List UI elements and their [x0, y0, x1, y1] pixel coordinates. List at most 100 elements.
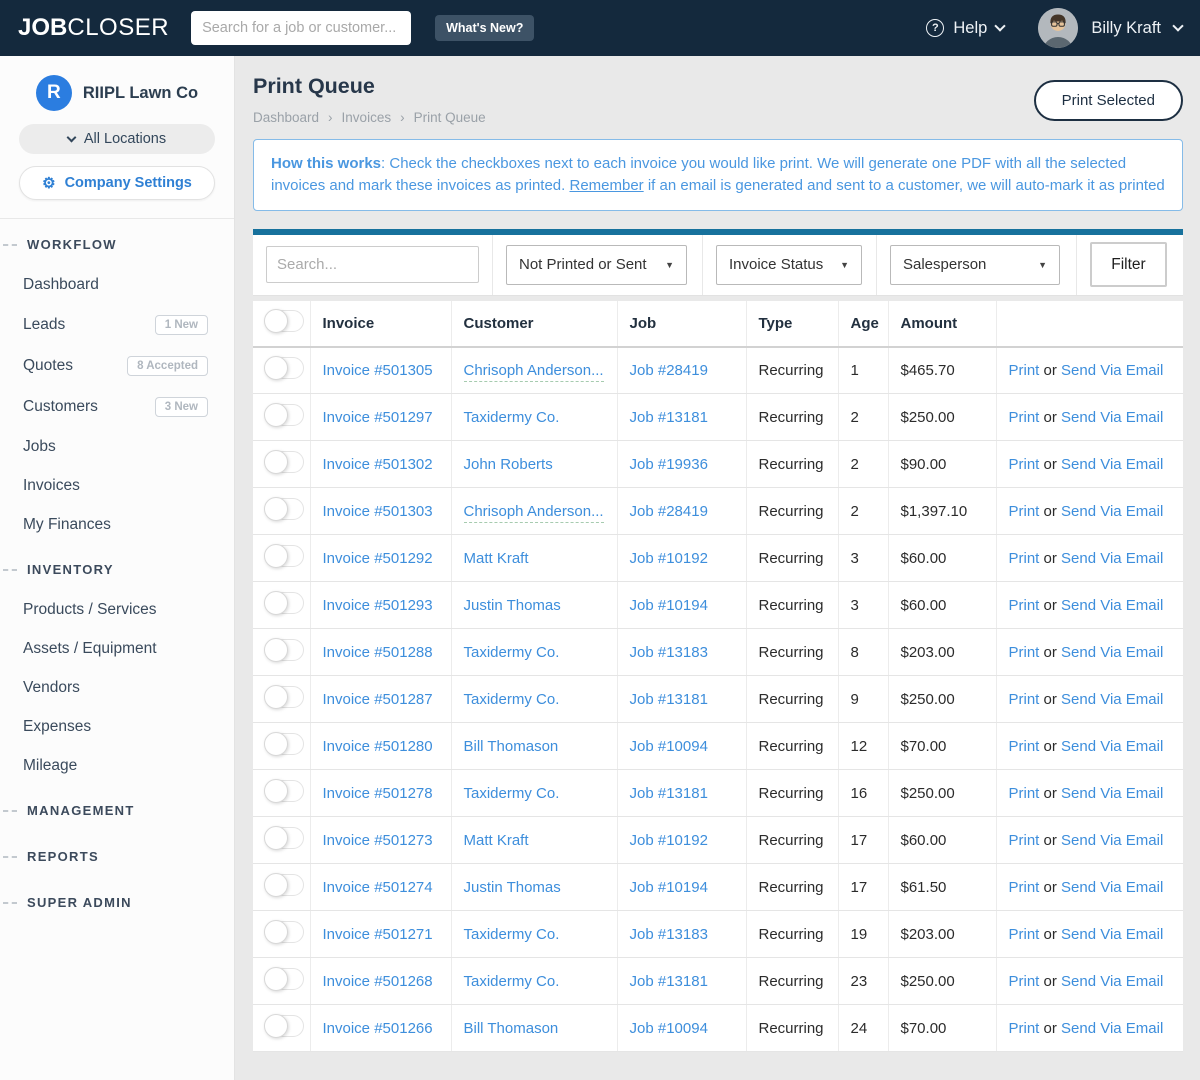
invoice-link[interactable]: Invoice #501273: [323, 832, 433, 849]
sidebar-section-super-admin[interactable]: SUPER ADMIN: [0, 881, 234, 923]
select-all-toggle[interactable]: [264, 309, 304, 333]
customer-link[interactable]: Taxidermy Co.: [464, 409, 560, 426]
invoice-status-select[interactable]: Invoice Status ▼: [716, 244, 862, 285]
customer-link[interactable]: Matt Kraft: [464, 832, 529, 849]
sidebar-item-mileage[interactable]: Mileage: [0, 746, 234, 785]
row-select-toggle[interactable]: [264, 873, 304, 897]
job-link[interactable]: Job #28419: [630, 503, 708, 520]
send-via-email-link[interactable]: Send Via Email: [1061, 503, 1163, 520]
sidebar-item-leads[interactable]: Leads 1 New: [0, 304, 234, 345]
send-via-email-link[interactable]: Send Via Email: [1061, 409, 1163, 426]
customer-link[interactable]: Taxidermy Co.: [464, 644, 560, 661]
job-link[interactable]: Job #13181: [630, 973, 708, 990]
print-link[interactable]: Print: [1009, 1020, 1040, 1037]
print-link[interactable]: Print: [1009, 691, 1040, 708]
sidebar-item-invoices[interactable]: Invoices: [0, 466, 234, 505]
invoice-link[interactable]: Invoice #501278: [323, 785, 433, 802]
invoice-link[interactable]: Invoice #501302: [323, 456, 433, 473]
customer-link[interactable]: Taxidermy Co.: [464, 926, 560, 943]
invoice-link[interactable]: Invoice #501271: [323, 926, 433, 943]
row-select-toggle[interactable]: [264, 403, 304, 427]
info-remember-link[interactable]: Remember: [569, 177, 643, 194]
row-select-toggle[interactable]: [264, 685, 304, 709]
row-select-toggle[interactable]: [264, 356, 304, 381]
send-via-email-link[interactable]: Send Via Email: [1061, 597, 1163, 614]
sidebar-item-jobs[interactable]: Jobs: [0, 427, 234, 466]
print-link[interactable]: Print: [1009, 785, 1040, 802]
job-link[interactable]: Job #10192: [630, 832, 708, 849]
customer-link[interactable]: Taxidermy Co.: [464, 785, 560, 802]
send-via-email-link[interactable]: Send Via Email: [1061, 1020, 1163, 1037]
printed-status-select[interactable]: Not Printed or Sent ▼: [506, 244, 687, 285]
customer-link[interactable]: Justin Thomas: [464, 597, 561, 614]
send-via-email-link[interactable]: Send Via Email: [1061, 362, 1163, 379]
invoice-link[interactable]: Invoice #501287: [323, 691, 433, 708]
job-link[interactable]: Job #13181: [630, 691, 708, 708]
invoice-link[interactable]: Invoice #501268: [323, 973, 433, 990]
job-link[interactable]: Job #19936: [630, 456, 708, 473]
print-link[interactable]: Print: [1009, 362, 1040, 379]
row-select-toggle[interactable]: [264, 497, 304, 521]
sidebar-item-customers[interactable]: Customers 3 New: [0, 386, 234, 427]
sidebar-item-dashboard[interactable]: Dashboard: [0, 265, 234, 304]
print-link[interactable]: Print: [1009, 738, 1040, 755]
row-select-toggle[interactable]: [264, 779, 304, 803]
job-link[interactable]: Job #13183: [630, 644, 708, 661]
print-link[interactable]: Print: [1009, 456, 1040, 473]
help-menu[interactable]: ? Help: [926, 19, 1006, 38]
send-via-email-link[interactable]: Send Via Email: [1061, 785, 1163, 802]
print-link[interactable]: Print: [1009, 597, 1040, 614]
table-search-input[interactable]: [266, 246, 479, 283]
print-link[interactable]: Print: [1009, 550, 1040, 567]
sidebar-item-my-finances[interactable]: My Finances: [0, 505, 234, 544]
row-select-toggle[interactable]: [264, 826, 304, 850]
sidebar-item-vendors[interactable]: Vendors: [0, 668, 234, 707]
row-select-toggle[interactable]: [264, 450, 304, 474]
global-search-input[interactable]: [191, 11, 412, 45]
breadcrumb-item-dashboard[interactable]: Dashboard: [253, 110, 319, 125]
invoice-link[interactable]: Invoice #501293: [323, 597, 433, 614]
send-via-email-link[interactable]: Send Via Email: [1061, 550, 1163, 567]
send-via-email-link[interactable]: Send Via Email: [1061, 738, 1163, 755]
job-link[interactable]: Job #10094: [630, 1020, 708, 1037]
row-select-toggle[interactable]: [264, 920, 304, 944]
customer-link[interactable]: Chrisoph Anderson...: [463, 502, 604, 523]
invoice-link[interactable]: Invoice #501280: [323, 738, 433, 755]
print-link[interactable]: Print: [1009, 503, 1040, 520]
invoice-link[interactable]: Invoice #501292: [323, 550, 433, 567]
salesperson-select[interactable]: Salesperson ▼: [890, 244, 1060, 285]
company-settings-button[interactable]: ⚙ Company Settings: [19, 166, 215, 200]
invoice-link[interactable]: Invoice #501297: [323, 409, 433, 426]
invoice-link[interactable]: Invoice #501266: [323, 1020, 433, 1037]
job-link[interactable]: Job #10194: [630, 879, 708, 896]
invoice-link[interactable]: Invoice #501303: [323, 503, 433, 520]
send-via-email-link[interactable]: Send Via Email: [1061, 973, 1163, 990]
row-select-toggle[interactable]: [264, 638, 304, 662]
job-link[interactable]: Job #13183: [630, 926, 708, 943]
whats-new-button[interactable]: What's New?: [435, 15, 535, 41]
row-select-toggle[interactable]: [264, 967, 304, 991]
sidebar-item-expenses[interactable]: Expenses: [0, 707, 234, 746]
customer-link[interactable]: Taxidermy Co.: [464, 973, 560, 990]
send-via-email-link[interactable]: Send Via Email: [1061, 456, 1163, 473]
customer-link[interactable]: John Roberts: [464, 456, 553, 473]
app-logo[interactable]: JOBCLOSER: [18, 14, 169, 42]
invoice-link[interactable]: Invoice #501305: [323, 362, 433, 379]
sidebar-section-inventory[interactable]: INVENTORY: [0, 548, 234, 590]
sidebar-section-management[interactable]: MANAGEMENT: [0, 789, 234, 831]
customer-link[interactable]: Taxidermy Co.: [464, 691, 560, 708]
user-menu[interactable]: Billy Kraft: [1038, 8, 1184, 48]
locations-dropdown[interactable]: All Locations: [19, 124, 215, 154]
send-via-email-link[interactable]: Send Via Email: [1061, 926, 1163, 943]
customer-link[interactable]: Justin Thomas: [464, 879, 561, 896]
send-via-email-link[interactable]: Send Via Email: [1061, 879, 1163, 896]
row-select-toggle[interactable]: [264, 1014, 304, 1038]
print-link[interactable]: Print: [1009, 926, 1040, 943]
send-via-email-link[interactable]: Send Via Email: [1061, 691, 1163, 708]
job-link[interactable]: Job #10194: [630, 597, 708, 614]
sidebar-item-quotes[interactable]: Quotes 8 Accepted: [0, 345, 234, 386]
row-select-toggle[interactable]: [264, 732, 304, 756]
job-link[interactable]: Job #10192: [630, 550, 708, 567]
sidebar-section-workflow[interactable]: WORKFLOW: [0, 223, 234, 265]
job-link[interactable]: Job #10094: [630, 738, 708, 755]
